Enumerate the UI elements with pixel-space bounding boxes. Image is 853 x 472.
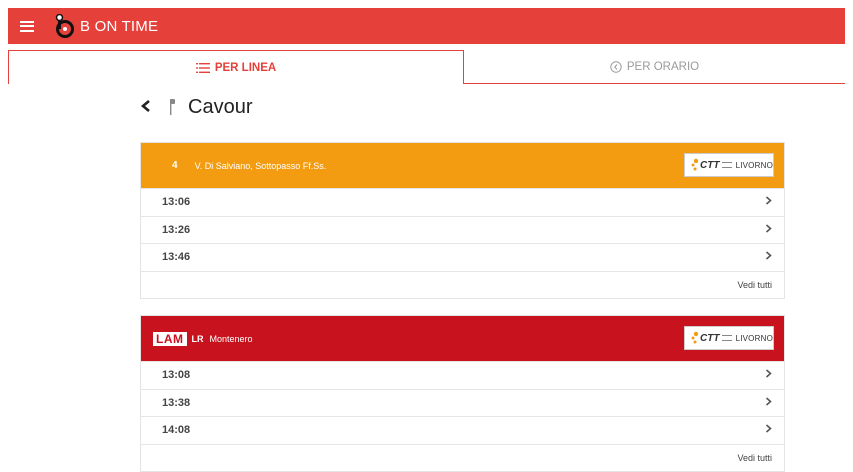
departure-row[interactable]: 13:38 bbox=[141, 388, 784, 417]
app-bar: B ON TIME bbox=[8, 8, 845, 44]
operator-city: LIVORNO bbox=[735, 333, 773, 343]
chevron-right-icon bbox=[765, 251, 772, 263]
app-logo bbox=[54, 13, 76, 38]
chevron-right-icon bbox=[765, 397, 772, 409]
tab-label: PER LINEA bbox=[214, 61, 277, 74]
tab-per-linea[interactable]: PER LINEA bbox=[8, 50, 464, 84]
list-icon bbox=[195, 62, 210, 73]
card-footer: Vedi tutti bbox=[141, 270, 784, 298]
departure-row[interactable]: 13:06 bbox=[141, 188, 784, 216]
bus-stop-icon bbox=[168, 98, 178, 116]
operator-name: CTT bbox=[700, 159, 720, 171]
departure-time: 13:38 bbox=[162, 396, 191, 409]
departure-time: 14:08 bbox=[162, 424, 191, 437]
see-all-link[interactable]: Vedi tutti bbox=[737, 453, 772, 463]
chevron-right-icon bbox=[765, 369, 772, 381]
departure-row[interactable]: 13:26 bbox=[141, 215, 784, 244]
operator-logo: CTT LIVORNO bbox=[684, 326, 774, 350]
route-number: LR bbox=[191, 333, 204, 344]
route-card: LAM LR Montenero CTT LIVORNO 13:08 13:38 bbox=[140, 315, 785, 472]
chevron-right-icon bbox=[765, 224, 772, 236]
stop-header: Cavour bbox=[140, 96, 252, 118]
departure-time: 13:46 bbox=[162, 251, 191, 264]
lam-badge: LAM bbox=[153, 331, 187, 346]
departure-time: 13:06 bbox=[162, 196, 191, 209]
see-all-link[interactable]: Vedi tutti bbox=[737, 280, 772, 290]
departure-time: 13:26 bbox=[162, 223, 191, 236]
route-card: 4 V. Di Salviano, Sottopasso Ff.Ss. CTT … bbox=[140, 142, 785, 299]
operator-divider bbox=[722, 335, 732, 341]
ctt-logo-icon bbox=[691, 331, 699, 345]
clock-icon bbox=[610, 60, 622, 73]
app-title: B ON TIME bbox=[80, 17, 159, 35]
operator-logo: CTT LIVORNO bbox=[684, 153, 774, 177]
stop-name: Cavour bbox=[188, 95, 253, 118]
departure-time: 13:08 bbox=[162, 369, 191, 382]
tab-bar: PER LINEA PER ORARIO bbox=[8, 50, 845, 84]
chevron-right-icon bbox=[765, 424, 772, 436]
operator-divider bbox=[722, 162, 732, 168]
departure-row[interactable]: 13:08 bbox=[141, 361, 784, 389]
route-header[interactable]: 4 V. Di Salviano, Sottopasso Ff.Ss. CTT … bbox=[141, 143, 784, 188]
chevron-right-icon bbox=[765, 196, 772, 208]
operator-city: LIVORNO bbox=[735, 160, 773, 170]
route-number: 4 bbox=[172, 160, 178, 171]
departure-row[interactable]: 13:46 bbox=[141, 243, 784, 271]
ctt-logo-icon bbox=[691, 158, 699, 172]
route-destination: V. Di Salviano, Sottopasso Ff.Ss. bbox=[194, 160, 327, 171]
tab-per-orario[interactable]: PER ORARIO bbox=[464, 50, 845, 84]
route-destination: Montenero bbox=[209, 333, 253, 344]
route-header[interactable]: LAM LR Montenero CTT LIVORNO bbox=[141, 316, 784, 361]
operator-name: CTT bbox=[700, 332, 720, 344]
tab-label: PER ORARIO bbox=[626, 60, 700, 73]
departure-row[interactable]: 14:08 bbox=[141, 416, 784, 444]
chevron-left-icon[interactable] bbox=[140, 96, 158, 119]
menu-icon[interactable] bbox=[20, 20, 34, 32]
card-footer: Vedi tutti bbox=[141, 443, 784, 471]
